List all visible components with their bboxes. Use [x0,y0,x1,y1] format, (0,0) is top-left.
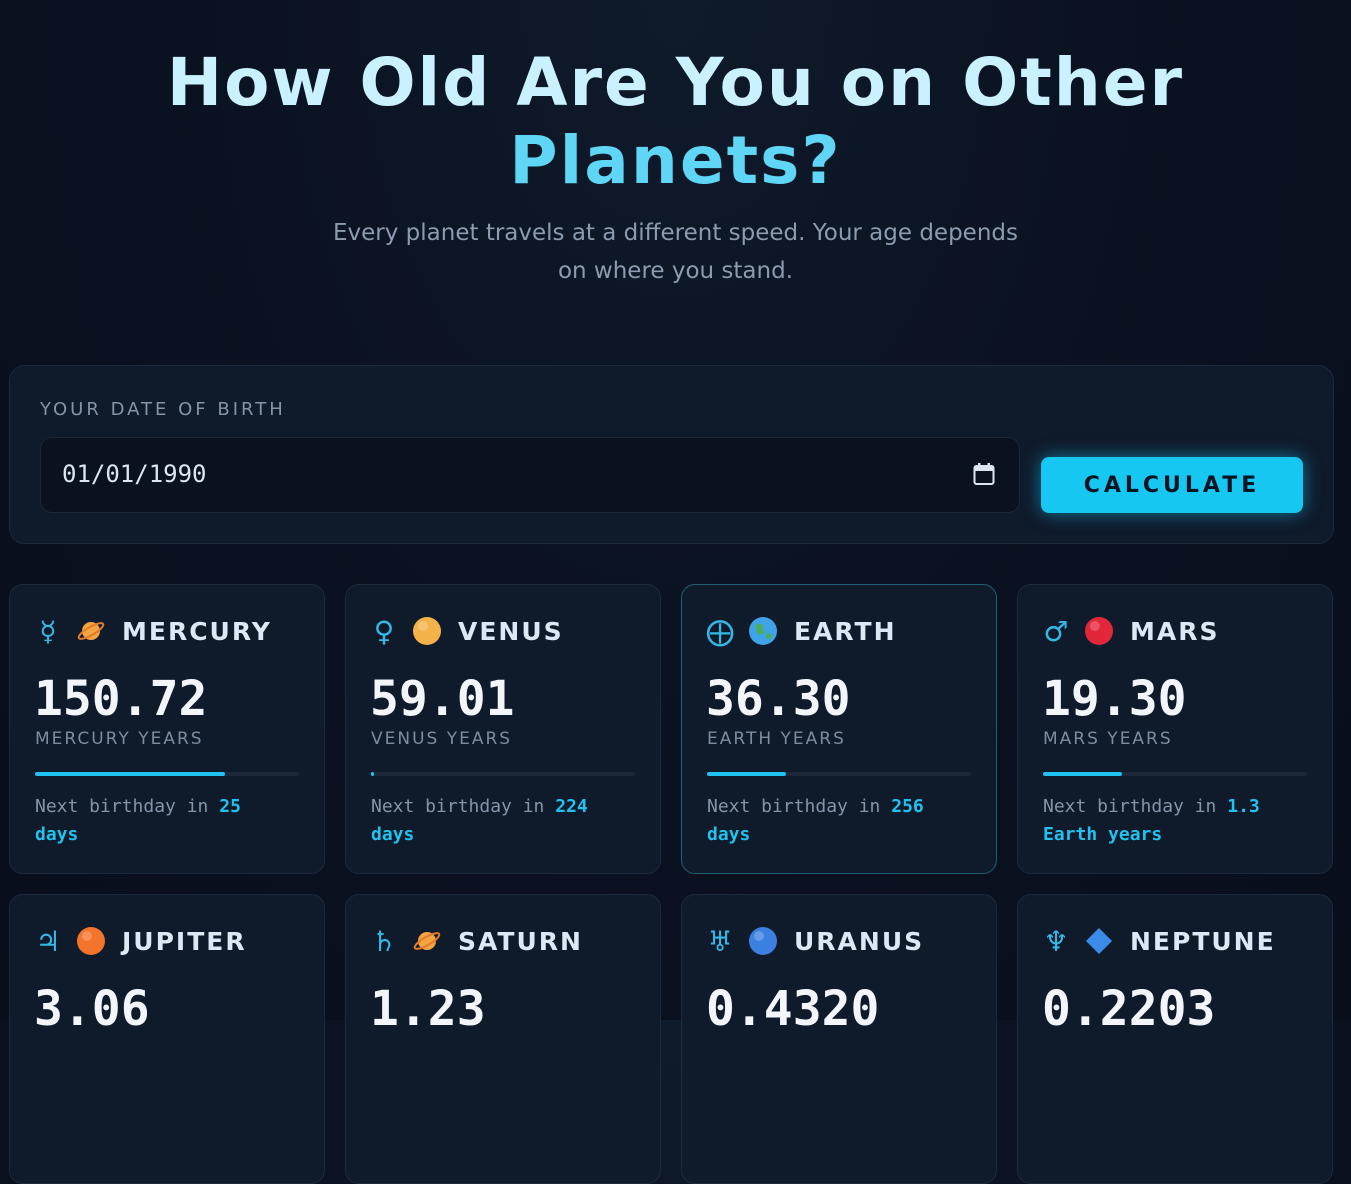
planet-card-saturn: ♄ SATURN 1.23 [345,894,661,1184]
planet-symbol-icon: ♀ [373,614,395,648]
next-birthday-value: 25 [219,796,241,817]
subtitle-line-1: Every planet travels at a different spee… [333,220,1018,246]
next-birthday-value: 1.3 [1227,796,1260,817]
planet-symbol-icon: ♅ [707,924,733,958]
next-birthday: Next birthday in 256 days [707,793,977,849]
next-birthday-prefix: Next birthday in [371,796,545,817]
planet-name: URANUS [794,926,925,956]
birthdate-input[interactable]: 01/01/1990 [40,437,1020,513]
planet-card-earth: ⨁ EARTH 36.30 EARTH YEARS Next birthday in 2… [681,584,997,874]
planet-name: EARTH [794,616,897,646]
next-birthday-prefix: Next birthday in [35,796,209,817]
planet-age: 0.2203 [1042,981,1216,1037]
next-birthday-prefix: Next birthday in [707,796,881,817]
planet-symbol-icon: ♆ [1043,924,1069,958]
red-circle-icon [1085,617,1113,645]
subtitle-line-2: on where you stand. [557,258,794,284]
planet-name: NEPTUNE [1130,926,1276,956]
planet-name: MARS [1130,616,1220,646]
year-progress-bar [1043,772,1307,776]
planet-header: ⨁ EARTH [706,613,897,649]
next-birthday-unit: days [35,824,79,845]
venus-globe-icon [413,617,441,645]
next-birthday-unit: days [371,824,415,845]
planet-age: 150.72 [34,671,208,727]
planet-age-unit: MERCURY YEARS [35,729,204,749]
planet-name: VENUS [458,616,564,646]
year-progress-fill [1043,772,1123,776]
year-progress-bar [707,772,971,776]
planet-header: ☿ MERCURY [34,613,272,649]
planet-name: SATURN [458,926,583,956]
title-main: How Old Are You on Other [166,44,1185,121]
planet-name: MERCURY [122,616,272,646]
year-progress-fill [707,772,787,776]
planet-symbol-icon: ♄ [371,924,397,958]
earth-globe-icon [749,617,777,645]
planet-card-venus: ♀ VENUS 59.01 VENUS YEARS Next birthday in 2… [345,584,661,874]
planet-ringed-icon [77,622,105,640]
next-birthday: Next birthday in 25 days [35,793,305,849]
next-birthday-value: 256 [891,796,924,817]
planet-symbol-icon: ☿ [39,614,57,648]
title-accent: Planets? [509,122,842,199]
planet-age: 59.01 [370,671,515,727]
planet-header: ♃ JUPITER [34,923,247,959]
year-progress-bar [35,772,299,776]
calendar-icon[interactable] [973,462,995,486]
planet-header: ♅ URANUS [706,923,924,959]
planet-age: 36.30 [706,671,851,727]
year-progress-fill [35,772,226,776]
planet-name: JUPITER [122,926,247,956]
planet-card-mars: ♂ MARS 19.30 MARS YEARS Next birthday in 1.3… [1017,584,1333,874]
planet-age-unit: MARS YEARS [1043,729,1173,749]
planet-symbol-icon: ♃ [35,924,61,958]
blue-circle-icon [749,927,777,955]
planet-age: 19.30 [1042,671,1187,727]
next-birthday-value: 224 [555,796,588,817]
next-birthday-unit: Earth years [1043,824,1163,845]
page-title: How Old Are You on Other Planets? [0,44,1351,200]
planet-card-mercury: ☿ MERCURY 150.72 MERCURY YEARS Next birthday… [9,584,325,874]
planet-ringed-icon [413,932,441,950]
planet-age-unit: EARTH YEARS [707,729,846,749]
planet-header: ♆ NEPTUNE [1042,923,1276,959]
year-progress-bar [371,772,635,776]
page-subtitle: Every planet travels at a different spee… [300,214,1051,290]
next-birthday-unit: days [707,824,751,845]
planet-card-uranus: ♅ URANUS 0.4320 [681,894,997,1184]
birthdate-label: YOUR DATE OF BIRTH [40,399,286,420]
orange-circle-icon [77,927,105,955]
birthdate-panel: YOUR DATE OF BIRTH 01/01/1990 CALCULATE [9,365,1334,544]
year-progress-fill [371,772,374,776]
planet-symbol-icon: ♂ [1043,614,1069,648]
next-birthday: Next birthday in 1.3 Earth years [1043,793,1313,849]
next-birthday: Next birthday in 224 days [371,793,641,849]
planet-symbol-icon: ⨁ [706,614,734,648]
planet-header: ♂ MARS [1042,613,1219,649]
planet-header: ♄ SATURN [370,923,583,959]
planet-age: 1.23 [370,981,486,1037]
next-birthday-prefix: Next birthday in [1043,796,1217,817]
blue-diamond-icon [1086,928,1112,954]
planet-header: ♀ VENUS [370,613,564,649]
planet-age: 0.4320 [706,981,880,1037]
planet-card-neptune: ♆ NEPTUNE 0.2203 [1017,894,1333,1184]
birthdate-value: 01/01/1990 [62,460,207,488]
planet-age: 3.06 [34,981,150,1037]
calculate-button[interactable]: CALCULATE [1041,457,1303,513]
planet-age-unit: VENUS YEARS [371,729,513,749]
planet-card-jupiter: ♃ JUPITER 3.06 [9,894,325,1184]
